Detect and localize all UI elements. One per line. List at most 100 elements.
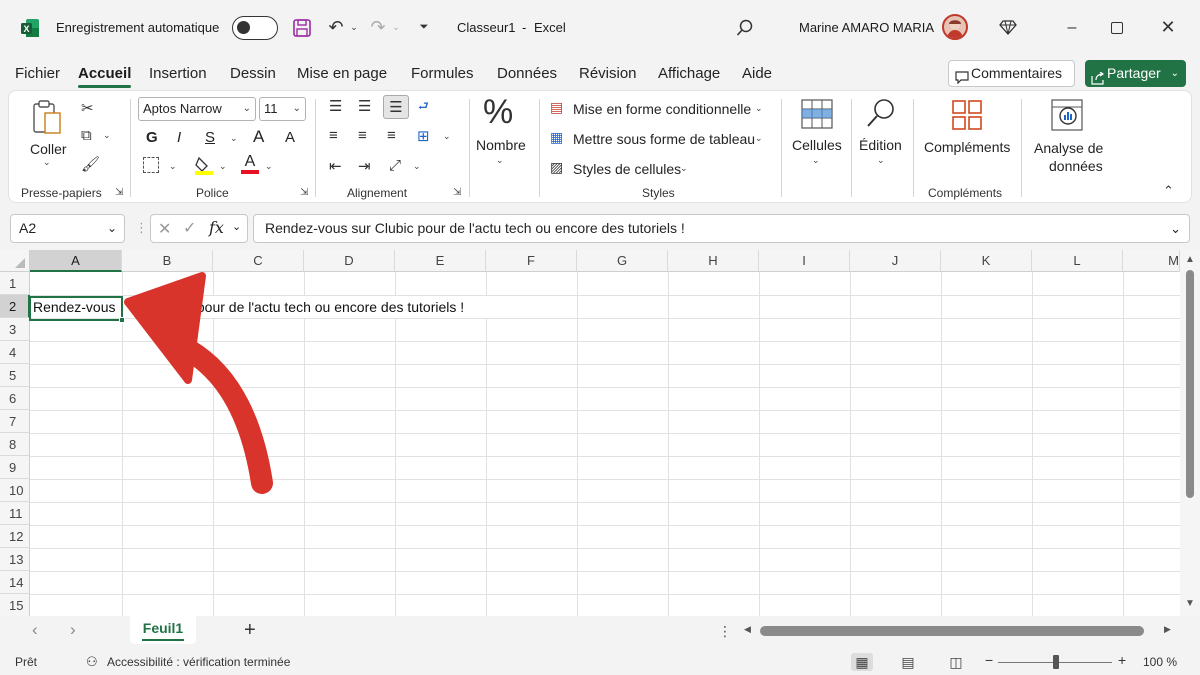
row-header-3[interactable]: 3 — [0, 318, 30, 341]
font-size-dropdown-icon[interactable]: ⌄ — [293, 98, 301, 120]
italic-button[interactable]: I — [177, 129, 181, 146]
undo-icon[interactable]: ↶ — [326, 17, 346, 37]
column-header-d[interactable]: D — [304, 250, 395, 272]
row-header-9[interactable]: 9 — [0, 456, 30, 479]
vertical-scrollbar[interactable]: ▲ ▼ — [1180, 250, 1200, 616]
scroll-right-icon[interactable]: ▶ — [1164, 624, 1171, 635]
increase-indent-icon[interactable]: ⇥ — [358, 157, 371, 175]
zoom-slider-thumb[interactable] — [1053, 655, 1059, 669]
save-icon[interactable] — [292, 18, 312, 41]
borders-dropdown-icon[interactable]: ⌄ — [169, 161, 177, 172]
column-header-l[interactable]: L — [1032, 250, 1123, 272]
tab-affichage[interactable]: Affichage — [658, 65, 720, 82]
sheet-options-icon[interactable]: ⋮ — [718, 623, 732, 640]
normal-view-icon[interactable]: ▦ — [851, 653, 873, 671]
alignment-launcher-icon[interactable]: ⇲ — [453, 187, 461, 198]
align-right-icon[interactable]: ≡ — [387, 127, 396, 144]
row-header-4[interactable]: 4 — [0, 341, 30, 364]
row-header-5[interactable]: 5 — [0, 364, 30, 387]
conditional-format-icon[interactable]: ▤ — [550, 99, 563, 116]
align-left-icon[interactable]: ≡ — [329, 127, 338, 144]
analyze-data-label-line2[interactable]: données — [1049, 158, 1103, 174]
customize-toolbar-icon[interactable]: ⏷ — [414, 17, 434, 37]
format-as-table-icon[interactable]: ▦ — [550, 129, 563, 146]
name-box[interactable]: A2 ⌄ — [10, 214, 125, 243]
font-name-dropdown-icon[interactable]: ⌄ — [243, 98, 251, 120]
conditional-format-label[interactable]: Mise en forme conditionnelle — [573, 101, 751, 117]
tab-insertion[interactable]: Insertion — [149, 65, 207, 82]
wrap-text-icon[interactable]: ⮐ — [418, 97, 429, 118]
prev-sheet-icon[interactable]: ‹ — [32, 620, 38, 640]
cells-label[interactable]: Cellules — [792, 137, 842, 153]
comments-button[interactable]: Commentaires — [948, 60, 1075, 87]
cell-styles-label[interactable]: Styles de cellules — [573, 161, 681, 177]
collapse-ribbon-icon[interactable]: ⌃ — [1163, 183, 1174, 199]
tab-fichier[interactable]: Fichier — [15, 65, 60, 82]
underline-dropdown-icon[interactable]: ⌄ — [230, 133, 238, 144]
fill-color-dropdown-icon[interactable]: ⌄ — [219, 161, 227, 172]
row-header-10[interactable]: 10 — [0, 479, 30, 502]
number-label[interactable]: Nombre — [476, 137, 526, 153]
select-all-corner[interactable] — [0, 250, 30, 272]
orientation-icon[interactable]: ⤢ — [389, 157, 401, 174]
tab-donnees[interactable]: Données — [497, 65, 557, 82]
cell-styles-icon[interactable]: ▨ — [550, 159, 563, 176]
grow-font-button[interactable]: A — [253, 127, 264, 147]
analyze-data-label-line1[interactable]: Analyse de — [1034, 140, 1103, 156]
cut-icon[interactable]: ✂ — [81, 99, 94, 117]
zoom-out-icon[interactable]: − — [985, 652, 993, 668]
tab-aide[interactable]: Aide — [742, 65, 772, 82]
paste-label[interactable]: Coller — [30, 141, 67, 157]
cell-styles-dropdown-icon[interactable]: ⌄ — [680, 163, 688, 174]
tab-accueil[interactable]: Accueil — [78, 65, 132, 88]
add-sheet-button[interactable]: + — [244, 619, 256, 642]
editing-dropdown-icon[interactable]: ⌄ — [877, 155, 885, 166]
column-header-i[interactable]: I — [759, 250, 850, 272]
search-icon[interactable] — [736, 19, 754, 40]
premium-diamond-icon[interactable] — [999, 18, 1017, 39]
format-as-table-dropdown-icon[interactable]: ⌄ — [755, 133, 763, 144]
column-header-f[interactable]: F — [486, 250, 577, 272]
row-header-7[interactable]: 7 — [0, 410, 30, 433]
row-header-2[interactable]: 2 — [0, 295, 30, 318]
tab-dessin[interactable]: Dessin — [230, 65, 276, 82]
align-bottom-icon[interactable]: ☰ — [383, 95, 409, 119]
merge-center-icon[interactable]: ⊞ — [417, 127, 430, 145]
confirm-entry-icon[interactable]: ✓ — [183, 218, 196, 238]
paste-dropdown-icon[interactable]: ⌄ — [43, 157, 51, 168]
scroll-left-icon[interactable]: ◀ — [744, 624, 751, 635]
zoom-level[interactable]: 100 % — [1143, 655, 1177, 669]
copy-dropdown-icon[interactable]: ⌄ — [103, 130, 111, 141]
avatar[interactable] — [942, 14, 968, 40]
column-header-m[interactable]: M — [1123, 250, 1180, 272]
row-header-11[interactable]: 11 — [0, 502, 30, 525]
merge-dropdown-icon[interactable]: ⌄ — [443, 131, 451, 142]
cells-icon[interactable] — [801, 99, 833, 132]
redo-dropdown-icon[interactable]: ⌄ — [386, 17, 406, 37]
row-header-15[interactable]: 15 — [0, 594, 30, 616]
row-header-13[interactable]: 13 — [0, 548, 30, 571]
format-as-table-label[interactable]: Mettre sous forme de tableau — [573, 131, 755, 147]
fill-color-icon[interactable] — [195, 155, 213, 178]
share-dropdown-icon[interactable]: ⌄ — [1171, 60, 1179, 87]
decrease-indent-icon[interactable]: ⇤ — [329, 157, 342, 175]
font-color-dropdown-icon[interactable]: ⌄ — [265, 161, 273, 172]
accessibility-icon[interactable]: ⚇ — [86, 654, 98, 670]
formula-input[interactable]: Rendez-vous sur Clubic pour de l'actu te… — [253, 214, 1190, 243]
spreadsheet-grid[interactable]: A B C D E F G H I J K L M 1 2 3 4 5 6 7 … — [0, 250, 1200, 616]
editing-search-icon[interactable] — [865, 97, 897, 132]
font-size-combo[interactable]: 11 ⌄ — [259, 97, 306, 121]
copy-icon[interactable]: ⧉ — [81, 127, 92, 144]
editing-label[interactable]: Édition — [859, 137, 902, 153]
format-painter-icon[interactable]: 🖌 — [81, 155, 100, 173]
page-layout-view-icon[interactable]: ▤ — [897, 653, 919, 671]
shrink-font-button[interactable]: A — [285, 129, 295, 146]
redo-icon[interactable]: ↷ — [368, 17, 388, 37]
fx-dropdown-icon[interactable]: ⌄ — [232, 220, 241, 233]
next-sheet-icon[interactable]: › — [70, 620, 76, 640]
row-header-1[interactable]: 1 — [0, 272, 30, 295]
name-box-dropdown-icon[interactable]: ⌄ — [107, 215, 117, 242]
insert-function-icon[interactable]: fx — [209, 218, 224, 237]
sheet-tab-feuil1[interactable]: Feuil1 — [130, 614, 196, 644]
column-header-h[interactable]: H — [668, 250, 759, 272]
